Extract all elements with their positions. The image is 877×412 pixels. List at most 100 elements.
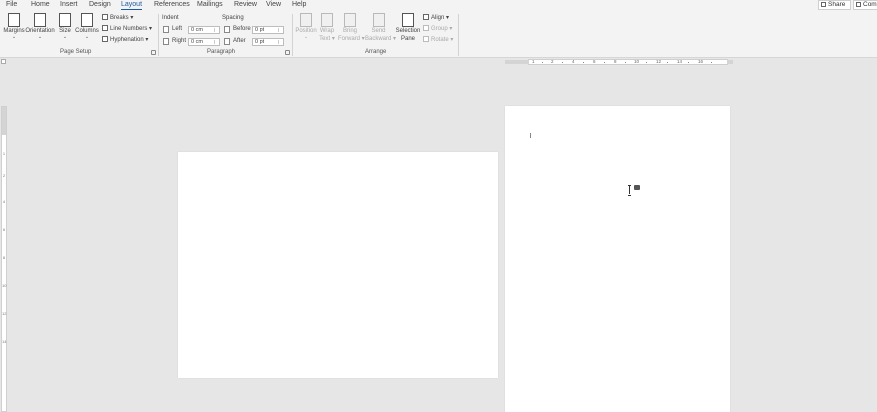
share-icon: [821, 2, 826, 7]
vertical-ruler-mark: 8: [2, 255, 6, 260]
breaks-button[interactable]: Breaks ▾: [102, 14, 133, 22]
spacing-header: Spacing: [222, 15, 244, 21]
arrange-group-label: Arrange: [365, 49, 387, 55]
spacing-before-field[interactable]: 0 pt: [252, 26, 284, 34]
vertical-ruler-mark: 6: [2, 227, 6, 232]
breaks-label: Breaks ▾: [110, 15, 134, 21]
selection-pane-label-1: Selection: [395, 28, 421, 34]
i-beam-cursor-icon: [628, 185, 631, 196]
comments-button[interactable]: Com: [853, 0, 877, 10]
chevron-down-icon: ⌄: [37, 34, 43, 40]
line-numbers-button[interactable]: Line Numbers ▾: [102, 25, 152, 33]
left-margin-zone: [505, 60, 529, 64]
rotate-button[interactable]: Rotate ▾: [423, 36, 453, 44]
indent-right-field[interactable]: 0 cm: [188, 38, 220, 46]
anchor-icon: [634, 185, 640, 190]
right-margin-zone: [727, 60, 733, 64]
wrap-text-button[interactable]: Wrap Text ▾: [318, 13, 336, 43]
rotate-icon: [423, 36, 429, 42]
indent-left-field[interactable]: 0 cm: [188, 26, 220, 34]
align-icon: [423, 14, 429, 20]
size-button[interactable]: Size ⌄: [57, 13, 73, 40]
group-divider: [158, 14, 159, 56]
ruler-mark: 6: [593, 59, 596, 64]
ruler-mark: 10: [634, 59, 640, 64]
bring-forward-icon: [344, 13, 356, 27]
vertical-ruler-mark: 12: [2, 311, 7, 316]
ruler-dot: [667, 62, 668, 63]
position-icon: [300, 13, 312, 27]
share-label: Share: [828, 1, 846, 8]
ruler-mark: 1: [532, 59, 535, 64]
position-button[interactable]: Position ⌄: [295, 13, 317, 40]
vertical-ruler-mark: 14: [2, 339, 7, 344]
align-label: Align ▾: [431, 15, 450, 21]
indent-left-label: Left: [172, 26, 183, 32]
margins-button[interactable]: Margins ⌄: [3, 13, 25, 40]
align-button[interactable]: Align ▾: [423, 14, 449, 22]
share-button[interactable]: Share: [818, 0, 851, 10]
paragraph-group-label: Paragraph: [207, 49, 236, 55]
line-numbers-label: Line Numbers ▾: [110, 26, 153, 32]
chevron-down-icon: ⌄: [11, 34, 17, 40]
chevron-down-icon: ⌄: [303, 34, 309, 40]
group-divider: [458, 14, 459, 56]
send-backward-button[interactable]: Send Backward ▾: [365, 13, 396, 43]
group-label: Group ▾: [431, 26, 453, 32]
portrait-page[interactable]: [505, 106, 730, 412]
ruler-mark: 16: [698, 59, 704, 64]
tab-file[interactable]: File: [6, 1, 17, 8]
tab-help[interactable]: Help: [292, 1, 306, 8]
page-setup-group-label: Page Setup: [60, 49, 92, 55]
wrap-text-icon: [321, 13, 333, 27]
text-caret: [530, 133, 531, 138]
top-margin-zone: [2, 107, 6, 135]
group-button[interactable]: Group ▾: [423, 25, 452, 33]
comment-icon: [856, 2, 861, 7]
ribbon: Margins ⌄ Orientation ⌄ Size ⌄ Columns ⌄…: [0, 11, 877, 58]
vertical-ruler-mark: 1: [2, 151, 6, 156]
tab-mailings[interactable]: Mailings: [197, 1, 223, 8]
ruler-dot: [604, 62, 605, 63]
vertical-ruler[interactable]: 1 2 4 6 8 10 12 14: [1, 106, 7, 412]
tab-references[interactable]: References: [154, 1, 190, 8]
ruler-dot: [625, 62, 626, 63]
landscape-page[interactable]: [178, 152, 498, 378]
spacing-after-field[interactable]: 0 pt: [252, 38, 284, 46]
wrap-text-label-2: Text ▾: [319, 36, 335, 42]
ruler-dot: [562, 62, 563, 63]
selection-pane-icon: [402, 13, 414, 27]
columns-button[interactable]: Columns ⌄: [75, 13, 99, 40]
bring-forward-button[interactable]: Bring Forward ▾: [338, 13, 365, 43]
selection-pane-label-2: Pane: [400, 36, 415, 42]
ruler-dot: [646, 62, 647, 63]
comments-label: Com: [863, 1, 877, 8]
ruler-bar: 1 2 4 6 8 10 12 14 16: [0, 58, 877, 66]
tab-review[interactable]: Review: [234, 1, 257, 8]
horizontal-ruler[interactable]: 1 2 4 6 8 10 12 14 16: [505, 59, 733, 65]
orientation-button[interactable]: Orientation ⌄: [25, 13, 55, 40]
chevron-down-icon: ⌄: [84, 34, 90, 40]
selection-pane-button[interactable]: Selection Pane: [395, 13, 421, 43]
line-numbers-icon: [102, 25, 108, 31]
tab-layout[interactable]: Layout: [121, 1, 143, 10]
tab-home[interactable]: Home: [31, 1, 50, 8]
indent-right-label: Right: [172, 38, 187, 44]
indent-right-icon: [163, 38, 169, 45]
paragraph-launcher-icon[interactable]: [285, 50, 290, 55]
menu-bar: File Home Insert Design Layout Reference…: [0, 0, 877, 11]
hyphenation-icon: [102, 36, 108, 42]
ruler-dot: [711, 62, 712, 63]
hyphenation-button[interactable]: Hyphenation ▾: [102, 36, 148, 44]
page-setup-launcher-icon[interactable]: [151, 50, 156, 55]
spacing-before-label: Before: [233, 26, 251, 32]
ruler-mark: 2: [551, 59, 554, 64]
ruler-dot: [583, 62, 584, 63]
spacing-after-label: After: [233, 38, 246, 44]
hyphenation-label: Hyphenation ▾: [110, 37, 149, 43]
tab-view[interactable]: View: [266, 1, 281, 8]
tab-selector-icon[interactable]: [1, 59, 6, 64]
group-icon: [423, 25, 429, 31]
tab-design[interactable]: Design: [89, 1, 111, 8]
tab-insert[interactable]: Insert: [60, 1, 78, 8]
